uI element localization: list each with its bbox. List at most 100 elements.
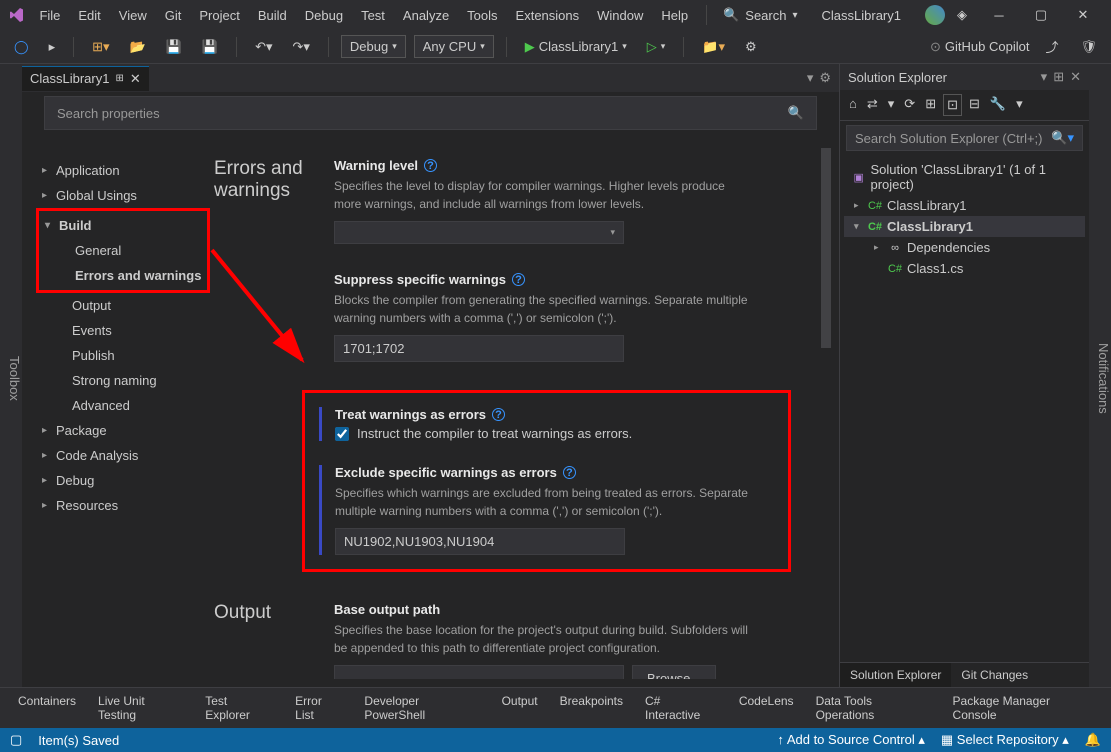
base-output-input[interactable]	[334, 665, 624, 679]
search-properties-input[interactable]: Search properties 🔍	[44, 96, 817, 130]
tree-class1[interactable]: C# Class1.cs	[844, 258, 1085, 279]
doc-tab-classlibrary1[interactable]: ClassLibrary1 ⊞ ✕	[22, 66, 149, 91]
notifications-tab[interactable]: Notifications	[1096, 70, 1111, 687]
menu-help[interactable]: Help	[653, 4, 696, 27]
tab-dropdown-icon[interactable]: ▾	[807, 70, 814, 86]
tree-project-active[interactable]: ▾ C# ClassLibrary1	[844, 216, 1085, 237]
se-home-icon[interactable]: ⌂	[846, 94, 860, 116]
tab-error-list[interactable]: Error List	[285, 690, 352, 726]
forward-button[interactable]: ▸	[43, 35, 62, 59]
start-no-debug-button[interactable]: ▷ ▾	[641, 36, 672, 58]
nav-build[interactable]: Build	[39, 213, 207, 238]
browse-button[interactable]: Browse...	[632, 665, 716, 679]
new-project-button[interactable]: ⊞▾	[86, 35, 115, 59]
treat-checkbox[interactable]	[335, 427, 349, 441]
close-tab-icon[interactable]: ✕	[130, 71, 141, 87]
tab-codelens[interactable]: CodeLens	[729, 690, 804, 726]
status-add-source-control[interactable]: ↑ Add to Source Control ▴	[777, 732, 924, 748]
save-all-button[interactable]: 💾	[196, 35, 224, 59]
open-button[interactable]: 📂	[124, 35, 152, 59]
nav-application[interactable]: Application	[36, 158, 210, 183]
menu-edit[interactable]: Edit	[70, 4, 108, 27]
tab-breakpoints[interactable]: Breakpoints	[550, 690, 633, 726]
info-icon[interactable]: ?	[563, 466, 576, 479]
treat-checkbox-row[interactable]: Instruct the compiler to treat warnings …	[335, 426, 774, 441]
warning-level-dropdown[interactable]: ▾	[334, 221, 624, 244]
panel-pin-icon[interactable]: ⊞	[1053, 69, 1064, 85]
titlebar-search[interactable]: 🔍 Search ▾	[717, 5, 803, 25]
suppress-input[interactable]	[334, 335, 624, 362]
status-select-repo[interactable]: ▦ Select Repository ▴	[941, 732, 1069, 748]
tab-solution-explorer[interactable]: Solution Explorer	[840, 663, 951, 687]
nav-code-analysis[interactable]: Code Analysis	[36, 443, 210, 468]
tree-project-collapsed[interactable]: ▸ C# ClassLibrary1	[844, 195, 1085, 216]
panel-dropdown-icon[interactable]: ▾	[1041, 69, 1048, 85]
redo-button[interactable]: ↷▾	[287, 35, 316, 59]
status-bell-icon[interactable]: 🔔	[1085, 732, 1101, 748]
tab-output[interactable]: Output	[492, 690, 548, 726]
se-filter-icon[interactable]: ⊞	[922, 94, 939, 116]
menu-test[interactable]: Test	[353, 4, 393, 27]
save-button[interactable]: 💾	[160, 35, 188, 59]
tab-containers[interactable]: Containers	[8, 690, 86, 726]
se-sync-icon[interactable]: ⟳	[901, 94, 918, 116]
nav-advanced[interactable]: Advanced	[36, 393, 210, 418]
se-switch-icon[interactable]: ⇄	[864, 94, 881, 116]
start-button[interactable]: ▶ ClassLibrary1 ▾	[519, 36, 633, 58]
nav-package[interactable]: Package	[36, 418, 210, 443]
menu-window[interactable]: Window	[589, 4, 651, 27]
panel-close-icon[interactable]: ✕	[1070, 69, 1081, 85]
admin-button[interactable]: 🛡	[1074, 35, 1103, 59]
nav-global-usings[interactable]: Global Usings	[36, 183, 210, 208]
folder-button[interactable]: 📁▾	[696, 35, 731, 59]
se-showall-icon[interactable]: ⊡	[943, 94, 962, 116]
se-collapse-icon[interactable]: ⊟	[966, 94, 983, 116]
nav-strong-naming[interactable]: Strong naming	[36, 368, 210, 393]
menu-tools[interactable]: Tools	[459, 4, 505, 27]
menu-analyze[interactable]: Analyze	[395, 4, 457, 27]
info-icon[interactable]: ?	[492, 408, 505, 421]
se-toolbar-btn[interactable]: ▾	[885, 94, 898, 116]
tab-data-tools[interactable]: Data Tools Operations	[806, 690, 941, 726]
se-more-icon[interactable]: ▾	[1013, 94, 1026, 116]
menu-debug[interactable]: Debug	[297, 4, 351, 27]
exclude-input[interactable]	[335, 528, 625, 555]
platform-dropdown[interactable]: Any CPU▾	[414, 35, 494, 58]
tab-live-unit-testing[interactable]: Live Unit Testing	[88, 690, 193, 726]
tab-csharp-interactive[interactable]: C# Interactive	[635, 690, 727, 726]
info-icon[interactable]: ?	[424, 159, 437, 172]
nav-output[interactable]: Output	[36, 293, 210, 318]
config-dropdown[interactable]: Debug▾	[341, 35, 406, 58]
tab-test-explorer[interactable]: Test Explorer	[195, 690, 283, 726]
back-button[interactable]: ◯	[8, 35, 35, 59]
tab-pmc[interactable]: Package Manager Console	[943, 690, 1103, 726]
minimize-button[interactable]: ─	[979, 1, 1019, 29]
tab-dev-powershell[interactable]: Developer PowerShell	[354, 690, 489, 726]
maximize-button[interactable]: ▢	[1021, 1, 1061, 29]
nav-errors-warnings[interactable]: Errors and warnings	[39, 263, 207, 288]
menu-file[interactable]: File	[31, 4, 68, 27]
diamond-icon[interactable]: ◈	[957, 7, 967, 23]
nav-events[interactable]: Events	[36, 318, 210, 343]
tree-solution[interactable]: ▣ Solution 'ClassLibrary1' (1 of 1 proje…	[844, 159, 1085, 195]
close-button[interactable]: ✕	[1063, 1, 1103, 29]
toolbox-tab[interactable]: Toolbox	[7, 356, 22, 401]
menu-project[interactable]: Project	[191, 4, 247, 27]
menu-build[interactable]: Build	[250, 4, 295, 27]
tab-git-changes[interactable]: Git Changes	[951, 663, 1038, 687]
menu-git[interactable]: Git	[157, 4, 190, 27]
nav-general[interactable]: General	[39, 238, 207, 263]
share-button[interactable]: ⤴	[1039, 33, 1064, 60]
settings-button[interactable]: ⚙	[739, 35, 763, 59]
se-properties-icon[interactable]: 🔧	[987, 94, 1009, 116]
se-search[interactable]: Search Solution Explorer (Ctrl+;) 🔍▾	[846, 125, 1083, 151]
nav-debug[interactable]: Debug	[36, 468, 210, 493]
user-avatar-icon[interactable]	[925, 5, 945, 25]
copilot-button[interactable]: ⊙GitHub Copilot	[930, 39, 1029, 55]
scrollbar[interactable]	[821, 148, 831, 348]
menu-view[interactable]: View	[111, 4, 155, 27]
undo-button[interactable]: ↶▾	[249, 35, 278, 59]
nav-resources[interactable]: Resources	[36, 493, 210, 518]
pin-icon[interactable]: ⊞	[115, 73, 123, 84]
info-icon[interactable]: ?	[512, 273, 525, 286]
